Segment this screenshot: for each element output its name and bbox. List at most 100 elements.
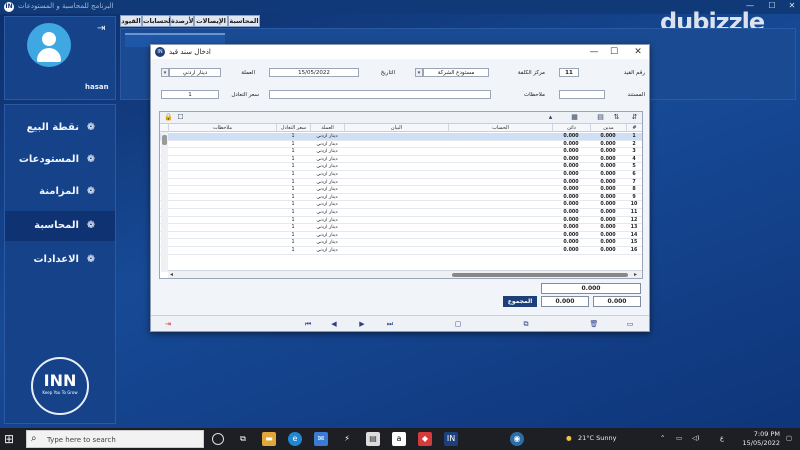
cell-statement[interactable]: [344, 239, 448, 246]
cell-currency[interactable]: دينار اردني: [310, 201, 344, 208]
cell-statement[interactable]: [344, 186, 448, 193]
logout-icon[interactable]: ⇥: [97, 23, 109, 35]
cortana-icon[interactable]: [212, 433, 224, 445]
cost-center-dropdown[interactable]: ▾: [415, 68, 423, 77]
table-row[interactable]: 10 0.000 0.000 دينار اردني 1: [160, 201, 642, 209]
col-header-account[interactable]: الحساب: [448, 124, 552, 132]
previous-record-icon[interactable]: ◀: [329, 319, 339, 329]
table-row[interactable]: 13 0.000 0.000 دينار اردني 1: [160, 224, 642, 232]
cell-credit[interactable]: 0.000: [552, 148, 590, 155]
cell-credit[interactable]: 0.000: [552, 179, 590, 186]
cell-credit[interactable]: 0.000: [552, 194, 590, 201]
cell-notes[interactable]: [168, 201, 276, 208]
cell-rate[interactable]: 1: [276, 224, 310, 231]
cell-account[interactable]: [448, 156, 552, 163]
col-header-debit[interactable]: مدين: [590, 124, 626, 132]
cell-statement[interactable]: [344, 141, 448, 148]
cell-notes[interactable]: [168, 148, 276, 155]
cell-credit[interactable]: 0.000: [552, 201, 590, 208]
cell-credit[interactable]: 0.000: [552, 209, 590, 216]
cell-credit[interactable]: 0.000: [552, 141, 590, 148]
col-header-notes[interactable]: ملاحظات: [168, 124, 276, 132]
cell-account[interactable]: [448, 239, 552, 246]
scroll-right-icon[interactable]: ▸: [634, 271, 637, 278]
new-icon[interactable]: ▢: [453, 319, 463, 329]
cell-currency[interactable]: دينار اردني: [310, 224, 344, 231]
print-icon[interactable]: ▭: [625, 319, 635, 329]
date-field[interactable]: 15/05/2022: [269, 68, 359, 77]
anydesk-icon[interactable]: ◆: [418, 432, 432, 446]
exchange-rate-field[interactable]: 1: [161, 90, 219, 99]
cell-statement[interactable]: [344, 209, 448, 216]
cell-debit[interactable]: 0.000: [590, 179, 626, 186]
visual-studio-icon[interactable]: ⚡: [340, 432, 354, 446]
copy-icon[interactable]: ⧉: [521, 319, 531, 329]
cell-credit[interactable]: 0.000: [552, 171, 590, 178]
cell-statement[interactable]: [344, 133, 448, 140]
cell-credit[interactable]: 0.000: [552, 186, 590, 193]
cell-currency[interactable]: دينار اردني: [310, 217, 344, 224]
cell-currency[interactable]: دينار اردني: [310, 133, 344, 140]
cell-debit[interactable]: 0.000: [590, 156, 626, 163]
notifications-icon[interactable]: ▢: [786, 434, 792, 442]
cell-statement[interactable]: [344, 247, 448, 254]
cell-rate[interactable]: 1: [276, 148, 310, 155]
cell-rate[interactable]: 1: [276, 133, 310, 140]
table-row[interactable]: 1 0.000 0.000 دينار اردني 1: [160, 133, 642, 141]
windows-start-icon[interactable]: ⊞: [4, 432, 20, 446]
task-view-icon[interactable]: ⧉: [236, 432, 250, 446]
cell-num[interactable]: 16: [626, 247, 642, 254]
cell-debit[interactable]: 0.000: [590, 171, 626, 178]
cell-rate[interactable]: 1: [276, 179, 310, 186]
cell-debit[interactable]: 0.000: [590, 217, 626, 224]
cell-credit[interactable]: 0.000: [552, 133, 590, 140]
first-record-icon[interactable]: ⏮: [303, 319, 313, 329]
calendar-icon[interactable]: ▦: [570, 113, 579, 122]
cell-debit[interactable]: 0.000: [590, 247, 626, 254]
cell-statement[interactable]: [344, 163, 448, 170]
cell-debit[interactable]: 0.000: [590, 201, 626, 208]
cell-num[interactable]: 6: [626, 171, 642, 178]
cell-account[interactable]: [448, 232, 552, 239]
cell-credit[interactable]: 0.000: [552, 217, 590, 224]
cell-notes[interactable]: [168, 186, 276, 193]
cell-num[interactable]: 1: [626, 133, 642, 140]
cell-notes[interactable]: [168, 239, 276, 246]
cell-rate[interactable]: 1: [276, 217, 310, 224]
cell-credit[interactable]: 0.000: [552, 232, 590, 239]
scroll-left-icon[interactable]: ◂: [170, 271, 173, 278]
sidebar-item-settings[interactable]: ❁ الاعدادات: [5, 245, 115, 275]
table-row[interactable]: 14 0.000 0.000 دينار اردني 1: [160, 232, 642, 240]
globe-icon[interactable]: ◉: [510, 432, 524, 446]
cell-notes[interactable]: [168, 232, 276, 239]
sidebar-item-pos[interactable]: ❁ نقطة البيع: [5, 113, 115, 143]
cell-num[interactable]: 5: [626, 163, 642, 170]
taskbar-clock[interactable]: 7:09 PM 15/05/2022: [743, 430, 780, 448]
store-icon[interactable]: ▤: [366, 432, 380, 446]
col-header-credit[interactable]: دائن: [552, 124, 590, 132]
tab-balances[interactable]: الأرصدة: [170, 15, 196, 27]
cell-credit[interactable]: 0.000: [552, 224, 590, 231]
sidebar-item-accounting[interactable]: ❁ المحاسبة: [5, 211, 115, 241]
cell-account[interactable]: [448, 201, 552, 208]
table-row[interactable]: 16 0.000 0.000 دينار اردني 1: [160, 247, 642, 255]
volume-icon[interactable]: ◁): [692, 434, 700, 442]
col-header-statement[interactable]: البيان: [344, 124, 448, 132]
cell-rate[interactable]: 1: [276, 141, 310, 148]
cell-debit[interactable]: 0.000: [590, 163, 626, 170]
cell-rate[interactable]: 1: [276, 194, 310, 201]
cell-currency[interactable]: دينار اردني: [310, 179, 344, 186]
lock-icon[interactable]: 🔒: [164, 113, 173, 122]
cell-debit[interactable]: 0.000: [590, 194, 626, 201]
cell-num[interactable]: 12: [626, 217, 642, 224]
cell-rate[interactable]: 1: [276, 209, 310, 216]
cell-account[interactable]: [448, 148, 552, 155]
cell-currency[interactable]: دينار اردني: [310, 247, 344, 254]
cell-currency[interactable]: دينار اردني: [310, 163, 344, 170]
cell-rate[interactable]: 1: [276, 247, 310, 254]
cell-currency[interactable]: دينار اردني: [310, 209, 344, 216]
cell-currency[interactable]: دينار اردني: [310, 186, 344, 193]
close-button[interactable]: ✕: [782, 1, 800, 13]
cell-statement[interactable]: [344, 179, 448, 186]
table-row[interactable]: 4 0.000 0.000 دينار اردني 1: [160, 156, 642, 164]
